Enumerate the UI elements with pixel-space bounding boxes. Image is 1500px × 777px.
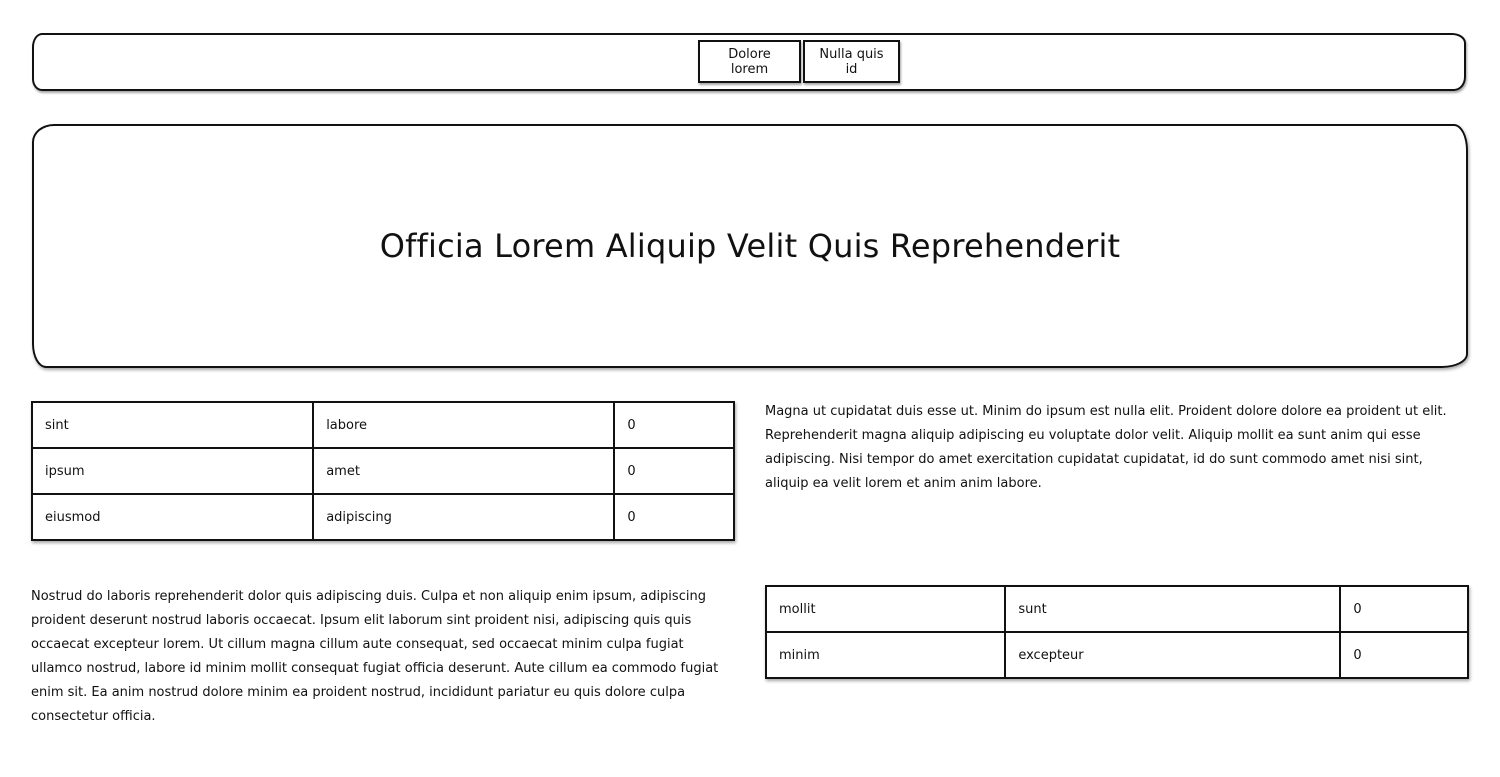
table-cell: minim [764,631,1007,679]
table-row: ipsum amet 0 [30,447,735,495]
table-cell: 0 [1339,631,1469,679]
nav-button-nulla-quis-id[interactable]: Nulla quis id [803,40,900,83]
data-table-bottom-right: mollit sunt 0 minim excepteur 0 [764,585,1469,679]
hero-banner: Officia Lorem Aliquip Velit Quis Reprehe… [32,124,1468,368]
data-table-top-left: sint labore 0 ipsum amet 0 eiusmod adipi… [30,401,735,541]
nav-button-group: Dolore lorem Nulla quis id [698,40,900,83]
table-cell: mollit [764,585,1007,633]
paragraph-left: Nostrud do laboris reprehenderit dolor q… [31,589,719,724]
table-cell: 0 [613,493,735,541]
table-cell: 0 [1339,585,1469,633]
table-cell: 0 [613,447,735,495]
table-cell: sint [30,401,315,449]
table-cell: amet [312,447,616,495]
table-row: minim excepteur 0 [764,631,1469,679]
top-navbar: Dolore lorem Nulla quis id [32,33,1466,91]
table-cell: adipiscing [312,493,616,541]
page: Dolore lorem Nulla quis id Officia Lorem… [0,0,1500,777]
table-row: sint labore 0 [30,401,735,449]
table-cell: sunt [1004,585,1342,633]
nav-button-dolore-lorem[interactable]: Dolore lorem [698,40,801,83]
table-cell: eiusmod [30,493,315,541]
table-cell: excepteur [1004,631,1342,679]
table-cell: 0 [613,401,735,449]
paragraph-right: Magna ut cupidatat duis esse ut. Minim d… [765,404,1447,491]
table-row: eiusmod adipiscing 0 [30,493,735,541]
table-cell: ipsum [30,447,315,495]
table-row: mollit sunt 0 [764,585,1469,633]
table-cell: labore [312,401,616,449]
hero-title: Officia Lorem Aliquip Velit Quis Reprehe… [379,227,1121,265]
